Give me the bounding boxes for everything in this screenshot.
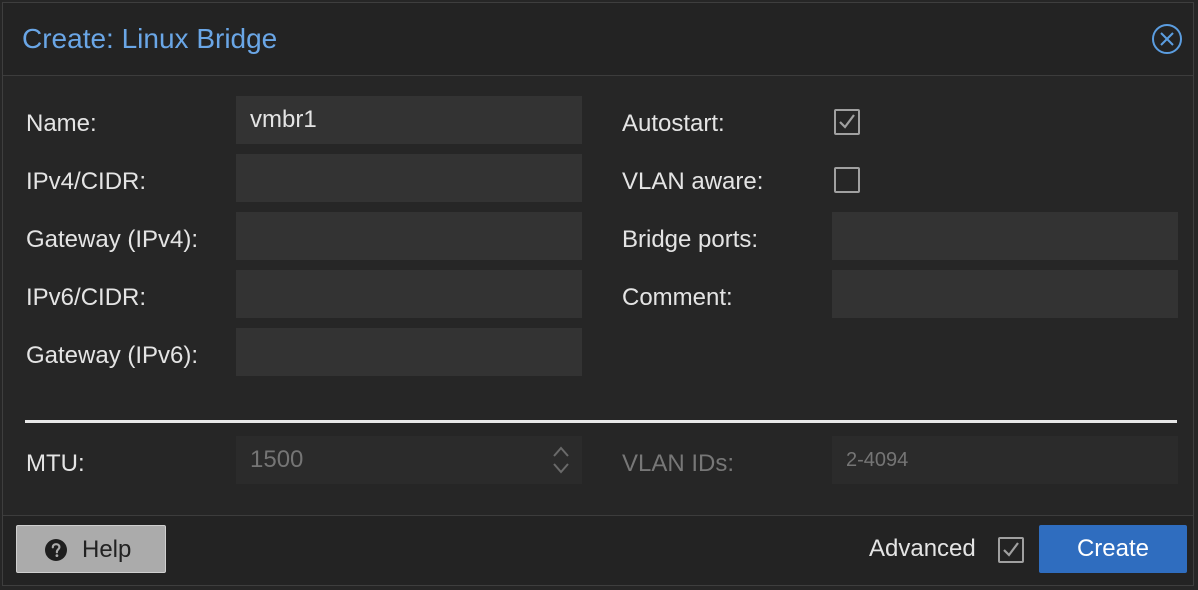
comment-label: Comment: (622, 284, 733, 311)
autostart-label: Autostart: (622, 110, 725, 137)
close-button[interactable] (1151, 23, 1183, 55)
advanced-separator (25, 420, 1177, 423)
vlan-ids-label: VLAN IDs: (622, 450, 735, 477)
gateway-ipv4-input[interactable] (236, 212, 582, 260)
ipv6-cidr-label: IPv6/CIDR: (26, 284, 147, 311)
up-down-chevron-icon[interactable] (550, 442, 572, 478)
comment-input[interactable] (832, 270, 1178, 318)
vlan-aware-checkbox[interactable] (834, 167, 860, 193)
bridge-ports-input[interactable] (832, 212, 1178, 260)
name-input[interactable] (236, 96, 582, 144)
name-label: Name: (26, 110, 97, 137)
gateway-ipv4-label: Gateway (IPv4): (26, 226, 199, 253)
mtu-label: MTU: (26, 450, 85, 477)
bridge-ports-label: Bridge ports: (622, 226, 759, 253)
dialog-title: Create: Linux Bridge (22, 23, 278, 54)
mtu-input[interactable] (236, 436, 582, 484)
ipv4-cidr-input[interactable] (236, 154, 582, 202)
autostart-checkbox[interactable] (834, 109, 860, 135)
ipv4-cidr-label: IPv4/CIDR: (26, 168, 147, 195)
vlan-ids-input[interactable] (832, 436, 1178, 484)
close-circle-icon (1152, 24, 1182, 54)
create-button[interactable]: Create (1039, 525, 1187, 573)
gateway-ipv6-label: Gateway (IPv6): (26, 342, 199, 369)
help-button-label: Help (82, 536, 132, 563)
help-button[interactable]: Help (16, 525, 166, 573)
dialog-titlebar: Create: Linux Bridge (3, 3, 1193, 76)
advanced-checkbox[interactable] (998, 537, 1024, 563)
checkmark-icon (839, 114, 855, 129)
vlan-aware-label: VLAN aware: (622, 168, 764, 195)
question-circle-icon (45, 539, 67, 561)
dialog-body: Name: IPv4/CIDR: Gateway (IPv4): IPv6/CI… (3, 76, 1193, 516)
ipv6-cidr-input[interactable] (236, 270, 582, 318)
dialog-footer: Help Advanced Create (3, 513, 1193, 585)
create-linux-bridge-dialog: Create: Linux Bridge Name: IPv4/CIDR: Ga… (2, 2, 1194, 586)
gateway-ipv6-input[interactable] (236, 328, 582, 376)
mtu-field (236, 436, 582, 484)
create-button-label: Create (1076, 535, 1150, 562)
checkmark-icon (1003, 542, 1019, 557)
advanced-label: Advanced (869, 535, 976, 562)
